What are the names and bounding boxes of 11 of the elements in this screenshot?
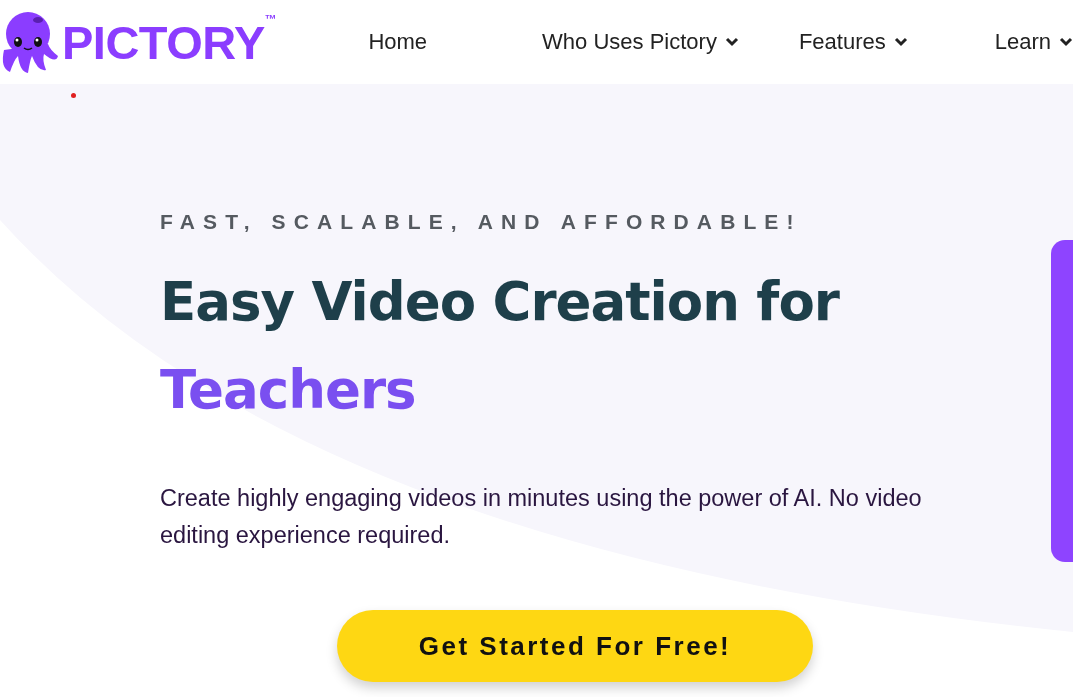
hero-description: Create highly engaging videos in minutes using the power of AI. No video editing experience required. xyxy=(160,484,923,550)
nav-link[interactable]: Features xyxy=(798,29,908,55)
logo-wordmark[interactable]: PICTORY xyxy=(62,14,265,70)
hero-title: Easy Video Creation for Teachers xyxy=(160,270,839,422)
trademark-symbol: ™ xyxy=(264,12,277,26)
nav-link[interactable]: Who Uses Pictory xyxy=(542,29,739,55)
dot-icon xyxy=(71,93,76,98)
nav-link[interactable]: Learn xyxy=(994,29,1073,55)
nav-link[interactable]: Home xyxy=(368,29,428,55)
eyebrow-text: FAST, SCALABLE, AND AFFORDABLE! xyxy=(160,210,803,234)
get-started-button[interactable]: Get Started For Free! xyxy=(337,610,813,682)
